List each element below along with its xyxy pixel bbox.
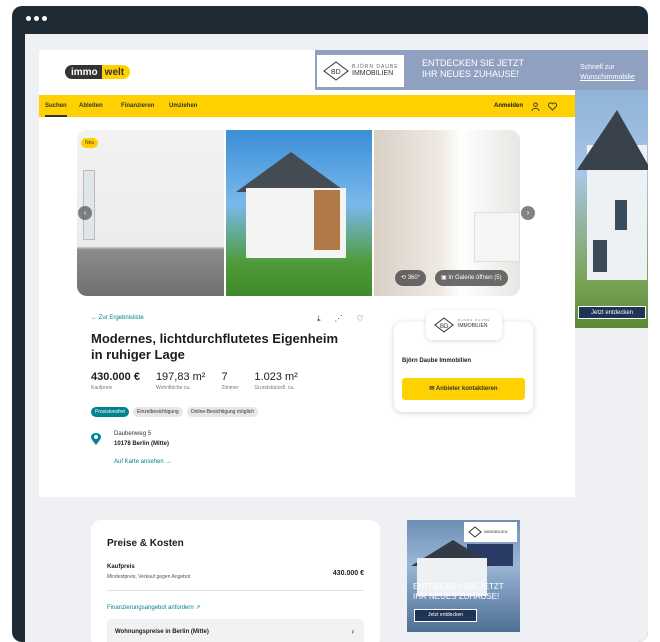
address-street: Daubenweg 5 xyxy=(114,431,152,437)
banner-side-link[interactable]: Wunschimmobilie xyxy=(580,74,635,81)
listing-actions: ⤓ ⋰ ♡ xyxy=(317,314,364,324)
banner-side-1: Schnell zur xyxy=(580,64,615,71)
browser-frame: immo welt BD BJÖRN DAUBE IMMOBILIEN ENTD… xyxy=(12,6,648,642)
house-roof xyxy=(236,152,346,192)
open-gallery-button[interactable]: ▣ In Galerie öffnen (5) xyxy=(435,270,508,286)
site-logo[interactable]: immo welt xyxy=(65,65,131,79)
nav-item-suchen[interactable]: Suchen xyxy=(45,95,67,117)
chevron-right-icon: › xyxy=(351,627,354,636)
top-banner-ad[interactable]: BD BJÖRN DAUBE IMMOBILIEN ENTDECKEN SIE … xyxy=(315,50,648,90)
side-ad[interactable]: IMMOBILIEN ENTDECKEN SIE JETZT IHR NEUES… xyxy=(407,520,520,632)
banner-side-text: Schnell zur Wunschimmobilie xyxy=(580,63,635,83)
fact-label: Zimmer xyxy=(221,385,239,391)
fact-price: 430.000 € Kaufpreis xyxy=(91,371,140,391)
logo-left: immo xyxy=(65,65,102,79)
banner-logo: BD BJÖRN DAUBE IMMOBILIEN xyxy=(317,55,404,87)
svg-text:BD: BD xyxy=(440,324,449,330)
contact-agent-button[interactable]: ✉ Anbieter kontaktieren xyxy=(402,378,525,400)
fact-plot: 1.023 m² Grundstücksfl. ca. xyxy=(254,371,297,391)
fact-area: 197,83 m² Wohnfläche ca. xyxy=(156,371,206,391)
tag-einzelbesichtigung: Einzelbesichtigung xyxy=(133,407,183,417)
door-frame xyxy=(83,170,95,240)
new-badge: Neu xyxy=(81,138,99,148)
tag-provisionsfrei: Provisionsfrei xyxy=(91,407,130,417)
svg-text:BD: BD xyxy=(331,69,341,76)
price-sublabel: Mindestpreis, Verkauf gegen Angebot xyxy=(107,574,191,580)
skyscraper-ad[interactable]: Jetzt entdecken xyxy=(575,90,648,328)
open-gallery-label: In Galerie öffnen (5) xyxy=(448,275,502,281)
view-on-map-link[interactable]: Auf Karte ansehen → xyxy=(114,459,171,465)
nav-item-ableiten[interactable]: Ableiten xyxy=(79,95,103,117)
wood-cladding xyxy=(314,190,340,250)
fact-value: 197,83 m² xyxy=(155,371,206,383)
bd-logo-icon xyxy=(468,526,482,538)
banner-headline-1: ENTDECKEN SIE JETZT xyxy=(422,58,525,68)
gallery-next-arrow[interactable]: › xyxy=(521,206,535,220)
side-ad-headline-1: ENTDECKEN SIE JETZT xyxy=(413,582,504,591)
view-360-button[interactable]: ⟲ 360° xyxy=(395,270,427,286)
price-label: Kaufpreis xyxy=(107,564,135,570)
bath-cabinet xyxy=(474,212,520,262)
back-to-results-link[interactable]: ← Zur Ergebnisliste xyxy=(91,315,144,321)
agent-name: Björn Daube Immobilien xyxy=(402,358,472,364)
feature-tags: Provisionsfrei Einzelbesichtigung Online… xyxy=(91,407,259,417)
contact-card: BD BJÖRN DAUBE IMMOBILIEN Björn Daube Im… xyxy=(394,310,533,412)
login-label[interactable]: Anmelden xyxy=(494,103,523,109)
skyscraper-cta[interactable]: Jetzt entdecken xyxy=(578,306,646,319)
logo-right: welt xyxy=(101,65,131,79)
gallery-image-exterior[interactable] xyxy=(226,130,372,296)
bd-logo-icon: BD xyxy=(323,61,349,81)
tag-online-besichtigung: Online-Besichtigung möglich xyxy=(186,407,259,417)
fact-value: 7 xyxy=(221,371,228,383)
fact-rooms: 7 Zimmer xyxy=(221,371,238,391)
banner-headline: ENTDECKEN SIE JETZT IHR NEUES ZUHAUSE! xyxy=(422,58,524,80)
price-value: 430.000 € xyxy=(332,570,364,577)
financing-link[interactable]: Finanzierungsangebot anfordern ↗ xyxy=(107,604,200,611)
location-pin-icon xyxy=(91,433,101,445)
heart-icon[interactable] xyxy=(548,101,557,111)
agent-logo: BD BJÖRN DAUBE IMMOBILIEN xyxy=(426,310,502,340)
fact-label: Kaufpreis xyxy=(91,385,113,391)
divider xyxy=(107,590,364,591)
side-ad-cta[interactable]: Jetzt entdecken xyxy=(414,609,477,622)
bd-logo-icon: BD xyxy=(434,317,454,333)
banner-headline-2: IHR NEUES ZUHAUSE! xyxy=(422,69,520,79)
ad-house-roof xyxy=(577,110,648,170)
user-icon[interactable] xyxy=(531,101,540,111)
gallery-image-interior[interactable] xyxy=(77,130,224,296)
agent-logo-small: BJÖRN DAUBE xyxy=(458,318,491,322)
fact-label: Grundstücksfl. ca. xyxy=(254,385,295,391)
side-ad-logo: IMMOBILIEN xyxy=(464,522,517,542)
prices-heading: Preise & Kosten xyxy=(107,538,184,549)
nav-login[interactable]: Anmelden xyxy=(494,95,557,117)
ad-window xyxy=(615,200,627,230)
address-city: 10178 Berlin (Mitte) xyxy=(114,441,170,447)
gallery-prev-arrow[interactable]: ‹ xyxy=(78,206,92,220)
listing-title: Modernes, lichtdurchflutetes Eigenheim i… xyxy=(91,331,339,362)
nav-item-finanzieren[interactable]: Finanzieren xyxy=(121,95,154,117)
fact-label: Wohnfläche ca. xyxy=(155,385,191,391)
fact-value: 1.023 m² xyxy=(254,371,298,383)
prices-card: Preise & Kosten Kaufpreis Mindestpreis, … xyxy=(91,520,380,642)
contact-button-label: Anbieter kontaktieren xyxy=(435,386,498,392)
banner-brand: IMMOBILIEN xyxy=(352,70,394,77)
berlin-prices-row[interactable]: Wohnungspreise in Berlin (Mitte) › xyxy=(107,619,364,642)
side-ad-headline: ENTDECKEN SIE JETZT IHR NEUES ZUHAUSE! xyxy=(413,582,504,602)
page-viewport: immo welt BD BJÖRN DAUBE IMMOBILIEN ENTD… xyxy=(25,34,648,642)
berlin-prices-label: Wohnungspreise in Berlin (Mitte) xyxy=(115,629,209,635)
side-ad-logo-text: IMMOBILIEN xyxy=(484,529,508,534)
main-nav: Suchen Ableiten Finanzieren Umziehen Anm… xyxy=(39,95,575,117)
fact-value: 430.000 € xyxy=(91,371,140,383)
agent-logo-text: IMMOBILIEN xyxy=(458,323,488,329)
download-icon[interactable]: ⤓ xyxy=(317,314,321,324)
view-360-icon: ⟲ xyxy=(401,275,408,281)
side-ad-headline-2: IHR NEUES ZUHAUSE! xyxy=(413,592,500,601)
favorite-heart-icon[interactable]: ♡ xyxy=(357,314,364,324)
key-facts: 430.000 € Kaufpreis 197,83 m² Wohnfläche c… xyxy=(91,371,298,391)
nav-item-umziehen[interactable]: Umziehen xyxy=(169,95,197,117)
view-360-label: 360° xyxy=(407,275,421,281)
ad-window xyxy=(593,240,607,272)
window-dots xyxy=(26,16,47,21)
share-icon[interactable]: ⋰ xyxy=(335,314,343,324)
